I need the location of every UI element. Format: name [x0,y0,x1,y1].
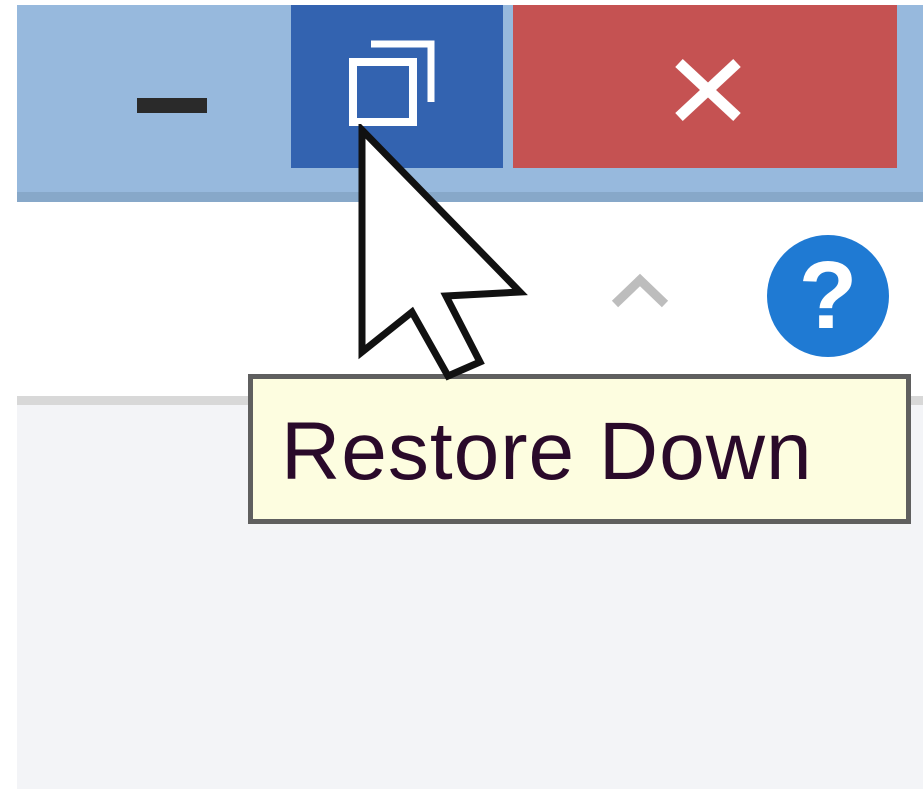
minimize-icon [137,98,207,113]
ribbon-area: ? [17,202,923,398]
chevron-up-icon [611,273,669,308]
title-bar-border [17,192,923,202]
close-button[interactable] [513,5,897,168]
minimize-button[interactable] [17,5,287,168]
title-bar [17,5,923,195]
collapse-ribbon-button[interactable] [605,258,675,318]
restore-down-icon [349,40,435,126]
tooltip-text: Restore Down [281,406,813,497]
window-screenshot: ? Restore Down [0,0,923,789]
restore-down-button[interactable] [291,5,503,168]
close-icon [675,58,741,122]
help-icon: ? [798,242,858,349]
help-button[interactable]: ? [767,235,889,357]
tooltip: Restore Down [248,374,911,524]
